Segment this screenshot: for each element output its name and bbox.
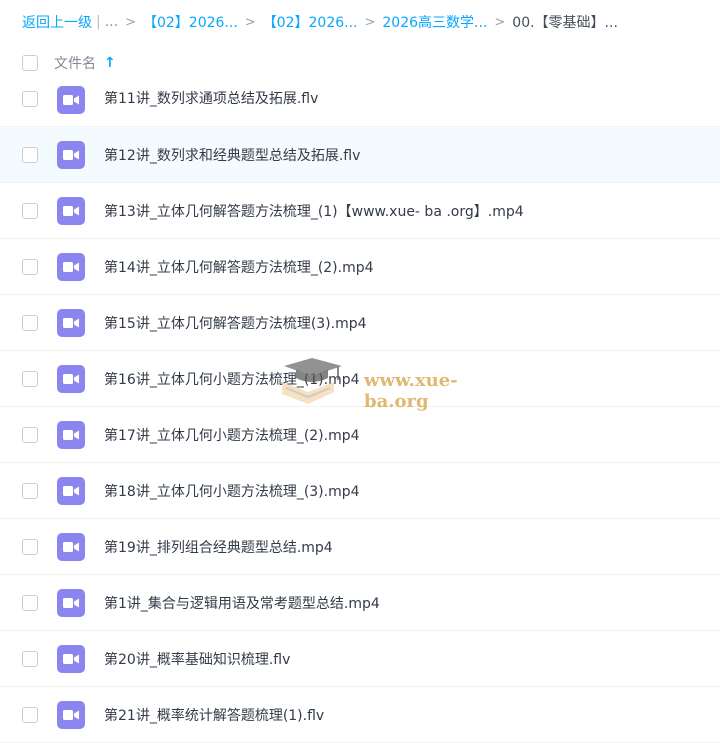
file-name[interactable]: 第14讲_立体几何解答题方法梳理_(2).mp4 [104,257,374,277]
file-row[interactable]: 第21讲_概率统计解答题梳理(1).flv [0,687,720,743]
video-file-icon [57,645,85,673]
back-link[interactable]: 返回上一级 [22,12,92,32]
video-file-icon [57,309,85,337]
video-file-icon [57,533,85,561]
row-checkbox[interactable] [22,259,38,275]
file-row[interactable]: 第12讲_数列求和经典题型总结及拓展.flv [0,127,720,183]
video-file-icon [57,253,85,281]
row-checkbox[interactable] [22,91,38,107]
file-row[interactable]: 第16讲_立体几何小题方法梳理_(1).mp4 [0,351,720,407]
breadcrumb-item[interactable]: 【02】2026... [143,12,238,32]
file-row[interactable]: 第15讲_立体几何解答题方法梳理(3).mp4 [0,295,720,351]
breadcrumb-current: 00.【零基础】... [512,15,618,31]
file-name[interactable]: 第19讲_排列组合经典题型总结.mp4 [104,537,333,557]
chevron-right-icon: > [494,14,506,30]
file-name[interactable]: 第1讲_集合与逻辑用语及常考题型总结.mp4 [104,593,380,613]
file-name[interactable]: 第20讲_概率基础知识梳理.flv [104,649,290,669]
video-file-icon [57,141,85,169]
video-file-icon [57,477,85,505]
row-checkbox[interactable] [22,315,38,331]
row-checkbox[interactable] [22,147,38,163]
file-name[interactable]: 第12讲_数列求和经典题型总结及拓展.flv [104,145,360,165]
sort-ascending-icon[interactable]: ↑ [104,55,116,71]
file-name[interactable]: 第17讲_立体几何小题方法梳理_(2).mp4 [104,425,360,445]
file-row[interactable]: 第20讲_概率基础知识梳理.flv [0,631,720,687]
file-row[interactable]: 第18讲_立体几何小题方法梳理_(3).mp4 [0,463,720,519]
file-name[interactable]: 第11讲_数列求通项总结及拓展.flv [104,88,318,108]
chevron-right-icon: > [364,14,376,30]
video-file-icon [57,589,85,617]
file-list: 第11讲_数列求通项总结及拓展.flv 第12讲_数列求和经典题型总结及拓展.f… [0,70,720,743]
row-checkbox[interactable] [22,651,38,667]
video-file-icon [57,701,85,729]
chevron-right-icon: > [244,14,256,30]
breadcrumb-item[interactable]: 2026高三数学... [382,12,487,32]
file-name[interactable]: 第15讲_立体几何解答题方法梳理(3).mp4 [104,313,367,333]
breadcrumb-ellipsis[interactable]: ... [105,14,118,30]
file-name[interactable]: 第21讲_概率统计解答题梳理(1).flv [104,705,324,725]
file-row[interactable]: 第11讲_数列求通项总结及拓展.flv [0,70,720,127]
row-checkbox[interactable] [22,707,38,723]
video-file-icon [57,86,85,114]
video-file-icon [57,421,85,449]
row-checkbox[interactable] [22,539,38,555]
breadcrumb-item[interactable]: 【02】2026... [263,12,358,32]
file-row[interactable]: 第19讲_排列组合经典题型总结.mp4 [0,519,720,575]
row-checkbox[interactable] [22,483,38,499]
row-checkbox[interactable] [22,371,38,387]
video-file-icon [57,365,85,393]
file-name[interactable]: 第16讲_立体几何小题方法梳理_(1).mp4 [104,369,360,389]
file-name[interactable]: 第18讲_立体几何小题方法梳理_(3).mp4 [104,481,360,501]
breadcrumb: 返回上一级 | ... > 【02】2026... > 【02】2026... … [0,0,720,44]
row-checkbox[interactable] [22,427,38,443]
file-name[interactable]: 第13讲_立体几何解答题方法梳理_(1)【www.xue- ba .org】.m… [104,201,524,221]
file-row[interactable]: 第17讲_立体几何小题方法梳理_(2).mp4 [0,407,720,463]
file-row[interactable]: 第14讲_立体几何解答题方法梳理_(2).mp4 [0,239,720,295]
breadcrumb-separator: | [96,14,101,30]
file-row[interactable]: 第13讲_立体几何解答题方法梳理_(1)【www.xue- ba .org】.m… [0,183,720,239]
row-checkbox[interactable] [22,595,38,611]
file-row[interactable]: 第1讲_集合与逻辑用语及常考题型总结.mp4 [0,575,720,631]
row-checkbox[interactable] [22,203,38,219]
video-file-icon [57,197,85,225]
chevron-right-icon: > [125,14,136,30]
select-all-checkbox[interactable] [22,55,38,71]
